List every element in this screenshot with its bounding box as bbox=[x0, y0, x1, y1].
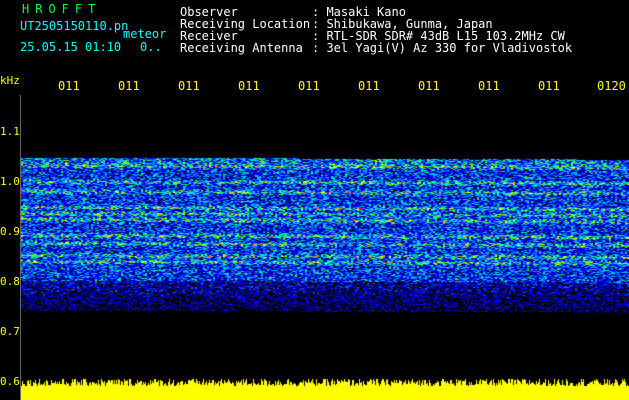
time-tick-2: 011 bbox=[118, 79, 140, 93]
y-tick-0-7: 0.7 bbox=[0, 325, 20, 338]
time-tick-1: 011 bbox=[58, 79, 80, 93]
y-tick-0-6: 0.6 bbox=[0, 375, 20, 388]
antenna-value: : 3el Yagi(V) Az 330 for Vladivostok bbox=[312, 41, 573, 55]
filename: UT2505150110.pn bbox=[20, 19, 129, 33]
y-tick-1-0: 1.0 bbox=[0, 175, 20, 188]
axis-unit: kHz bbox=[0, 74, 20, 87]
mode-label: meteor bbox=[123, 27, 167, 41]
time-tick-6: 011 bbox=[358, 79, 380, 93]
antenna-label: Receiving Antenna bbox=[180, 41, 303, 55]
y-tick-0-9: 0.9 bbox=[0, 225, 20, 238]
time-tick-3: 011 bbox=[178, 79, 200, 93]
y-tick-1-1: 1.1 bbox=[0, 125, 20, 138]
spectrogram-waterfall bbox=[20, 95, 629, 400]
time-tick-9: 011 bbox=[538, 79, 560, 93]
time-tick-7: 011 bbox=[418, 79, 440, 93]
time-tick-5: 011 bbox=[298, 79, 320, 93]
status-flag: 0.. bbox=[140, 40, 162, 54]
app-name: HROFFT bbox=[22, 2, 102, 16]
time-tick-10: 0120 bbox=[597, 79, 626, 93]
time-tick-8: 011 bbox=[478, 79, 500, 93]
datetime: 25.05.15 01:10 bbox=[20, 40, 122, 54]
y-axis-line bbox=[20, 95, 21, 400]
time-tick-4: 011 bbox=[238, 79, 260, 93]
y-tick-0-8: 0.8 bbox=[0, 275, 20, 288]
